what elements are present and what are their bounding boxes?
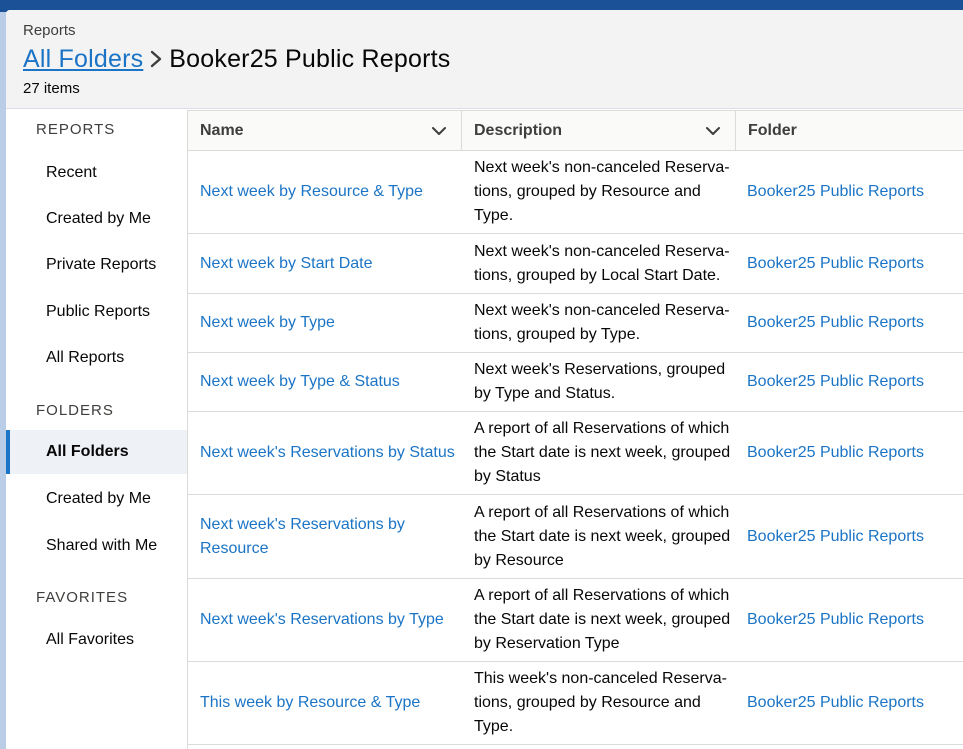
sidebar-heading-reports: REPORTS xyxy=(36,121,116,138)
report-folder-link[interactable]: Booker25 Public Reports xyxy=(747,151,963,233)
chevron-down-icon[interactable] xyxy=(705,124,721,138)
report-folder-link[interactable]: Booker25 Public Reports xyxy=(747,662,963,744)
table-header: Name Description Folder xyxy=(188,110,963,151)
report-folder-link[interactable]: Booker25 Public Reports xyxy=(747,353,963,411)
report-name-link[interactable]: This week by Resource & Type xyxy=(200,662,462,744)
sidebar-heading-favorites: FAVORITES xyxy=(36,589,129,606)
table-row[interactable]: Next week by Resource & Type Next week's… xyxy=(188,151,963,234)
report-description: Next week's non-canceled Reserva-tions, … xyxy=(474,242,730,284)
chevron-down-icon[interactable] xyxy=(431,124,447,138)
reports-page: Reports All Folders Booker25 Public Repo… xyxy=(6,10,963,749)
report-folder-link[interactable]: Booker25 Public Reports xyxy=(747,579,963,661)
report-name-link[interactable]: Next week's Reservations by Type xyxy=(200,579,462,661)
column-header-name[interactable]: Name xyxy=(188,111,462,151)
sidebar: REPORTS Recent Created by Me Private Rep… xyxy=(6,110,188,749)
report-description: Next week's non-canceled Reserva-tions, … xyxy=(474,159,730,224)
column-header-folder[interactable]: Folder xyxy=(736,111,963,151)
sidebar-item-folders-created-by-me[interactable]: Created by Me xyxy=(6,477,187,521)
sidebar-item-created-by-me[interactable]: Created by Me xyxy=(6,197,187,241)
reports-table: Name Description Folder Next week by Res… xyxy=(188,110,963,749)
page-title: Booker25 Public Reports xyxy=(169,44,451,73)
report-description: Next week's non-canceled Reserva-tions, … xyxy=(474,302,730,343)
table-row[interactable]: This week by Resource & Type This week's… xyxy=(188,662,963,745)
sidebar-item-public-reports[interactable]: Public Reports xyxy=(6,290,187,334)
sidebar-item-private-reports[interactable]: Private Reports xyxy=(6,243,187,287)
report-name-link[interactable]: Next week by Resource & Type xyxy=(200,151,462,233)
report-description: A report of all Reservations of which th… xyxy=(474,587,731,652)
sidebar-item-all-reports[interactable]: All Reports xyxy=(6,336,187,380)
column-header-description[interactable]: Description xyxy=(462,111,736,151)
report-name-link[interactable]: Next week by Start Date xyxy=(200,234,462,293)
report-folder-link[interactable]: Booker25 Public Reports xyxy=(747,234,963,293)
breadcrumb-all-folders-link[interactable]: All Folders xyxy=(23,45,143,74)
breadcrumb: All Folders Booker25 Public Reports xyxy=(23,43,450,75)
report-name-link[interactable]: Next week by Type & Status xyxy=(200,353,462,411)
table-row[interactable]: Next week by Type Next week's non-cancel… xyxy=(188,294,963,353)
column-header-description-label: Description xyxy=(474,122,563,139)
report-name-link[interactable]: Next week's Reservations by Resource xyxy=(200,495,462,578)
report-description: Next week's Reservations, grouped by Typ… xyxy=(474,361,726,402)
table-row[interactable]: Next week by Start Date Next week's non-… xyxy=(188,234,963,294)
report-description: A report of all Reservations of which th… xyxy=(474,503,731,569)
column-header-folder-label: Folder xyxy=(748,122,797,139)
item-count: 27 items xyxy=(23,80,80,97)
table-row[interactable]: Next week's Reservations by Resource A r… xyxy=(188,495,963,579)
table-row[interactable]: Next week's Reservations by Type A repor… xyxy=(188,579,963,662)
report-folder-link[interactable]: Booker25 Public Reports xyxy=(747,294,963,352)
table-row[interactable]: Next week by Type & Status Next week's R… xyxy=(188,353,963,412)
report-description: This week's non-canceled Reserva-tions, … xyxy=(474,670,727,735)
chevron-right-icon xyxy=(145,43,167,75)
page-header: Reports All Folders Booker25 Public Repo… xyxy=(6,10,963,109)
column-header-name-label: Name xyxy=(200,122,244,139)
report-description: A report of all Reservations of which th… xyxy=(474,420,731,485)
sidebar-item-all-favorites[interactable]: All Favorites xyxy=(6,618,187,662)
sidebar-item-all-folders[interactable]: All Folders xyxy=(6,430,187,474)
report-folder-link[interactable]: Booker25 Public Reports xyxy=(747,412,963,494)
sidebar-heading-folders: FOLDERS xyxy=(36,402,114,419)
table-row[interactable]: Next week's Reservations by Status A rep… xyxy=(188,412,963,495)
report-name-link[interactable]: Next week's Reservations by Status xyxy=(200,412,462,494)
report-folder-link[interactable]: Booker25 Public Reports xyxy=(747,495,963,578)
sidebar-item-recent[interactable]: Recent xyxy=(6,151,187,195)
report-name-link[interactable]: Next week by Type xyxy=(200,294,462,352)
sidebar-item-shared-with-me[interactable]: Shared with Me xyxy=(6,524,187,568)
page-eyebrow: Reports xyxy=(23,22,76,39)
